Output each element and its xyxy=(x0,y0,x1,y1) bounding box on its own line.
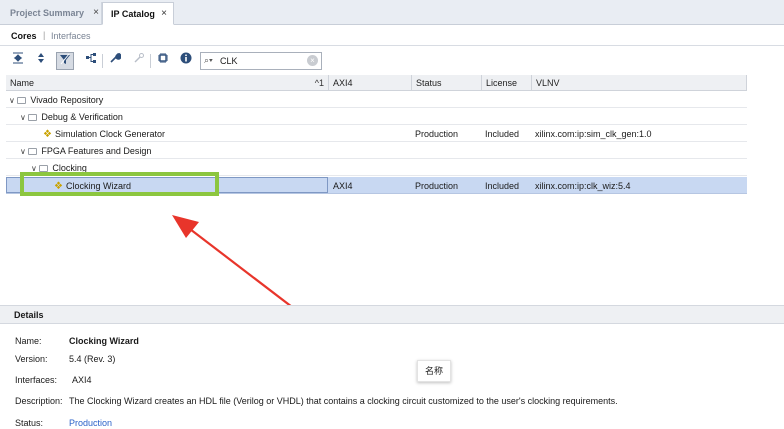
details-header: Details xyxy=(0,305,784,324)
details-status-link[interactable]: Production xyxy=(69,418,112,428)
tooltip: 名称 xyxy=(417,360,451,382)
details-interfaces-value: AXI4 xyxy=(72,375,92,385)
details-interfaces-label: Interfaces: xyxy=(15,375,58,385)
details-name-label: Name: xyxy=(15,336,42,346)
details-version-value: 5.4 (Rev. 3) xyxy=(69,354,116,364)
details-description-value: The Clocking Wizard creates an HDL file … xyxy=(69,396,618,406)
details-title: Details xyxy=(14,310,44,320)
details-description-label: Description: xyxy=(15,396,63,406)
details-version-label: Version: xyxy=(15,354,48,364)
annotation-arrow xyxy=(172,215,314,324)
details-status-label: Status: xyxy=(15,418,44,428)
details-name-value: Clocking Wizard xyxy=(69,336,139,346)
